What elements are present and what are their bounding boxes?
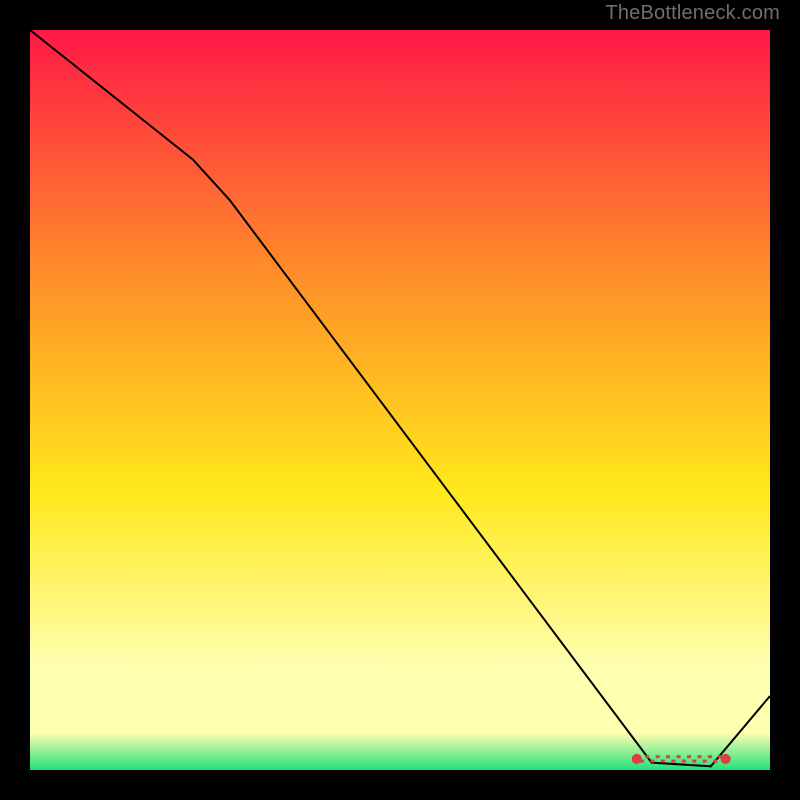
marker-dot-small bbox=[703, 760, 707, 763]
marker-dot-small bbox=[682, 760, 686, 763]
marker-dot-small bbox=[677, 755, 681, 758]
marker-dot-small bbox=[661, 760, 665, 763]
marker-dot-small bbox=[687, 755, 691, 758]
marker-dot-small bbox=[666, 755, 670, 758]
marker-dot-small bbox=[635, 755, 639, 758]
marker-dot-small bbox=[713, 760, 717, 763]
plot-area bbox=[30, 30, 770, 770]
marker-dot-small bbox=[651, 760, 655, 763]
marker-dot-small bbox=[692, 760, 696, 763]
marker-dot-small bbox=[708, 755, 712, 758]
marker-dot-small bbox=[645, 755, 649, 758]
gradient-bg bbox=[30, 30, 770, 770]
marker-dot-small bbox=[671, 760, 675, 763]
marker-dot-small bbox=[656, 755, 660, 758]
chart-svg bbox=[30, 30, 770, 770]
chart-frame: TheBottleneck.com bbox=[0, 0, 800, 800]
marker-dot-small bbox=[640, 760, 644, 763]
attribution-text: TheBottleneck.com bbox=[605, 2, 780, 25]
marker-dot-small bbox=[698, 755, 702, 758]
marker-dot-small bbox=[724, 760, 728, 763]
marker-dot-small bbox=[718, 755, 722, 758]
